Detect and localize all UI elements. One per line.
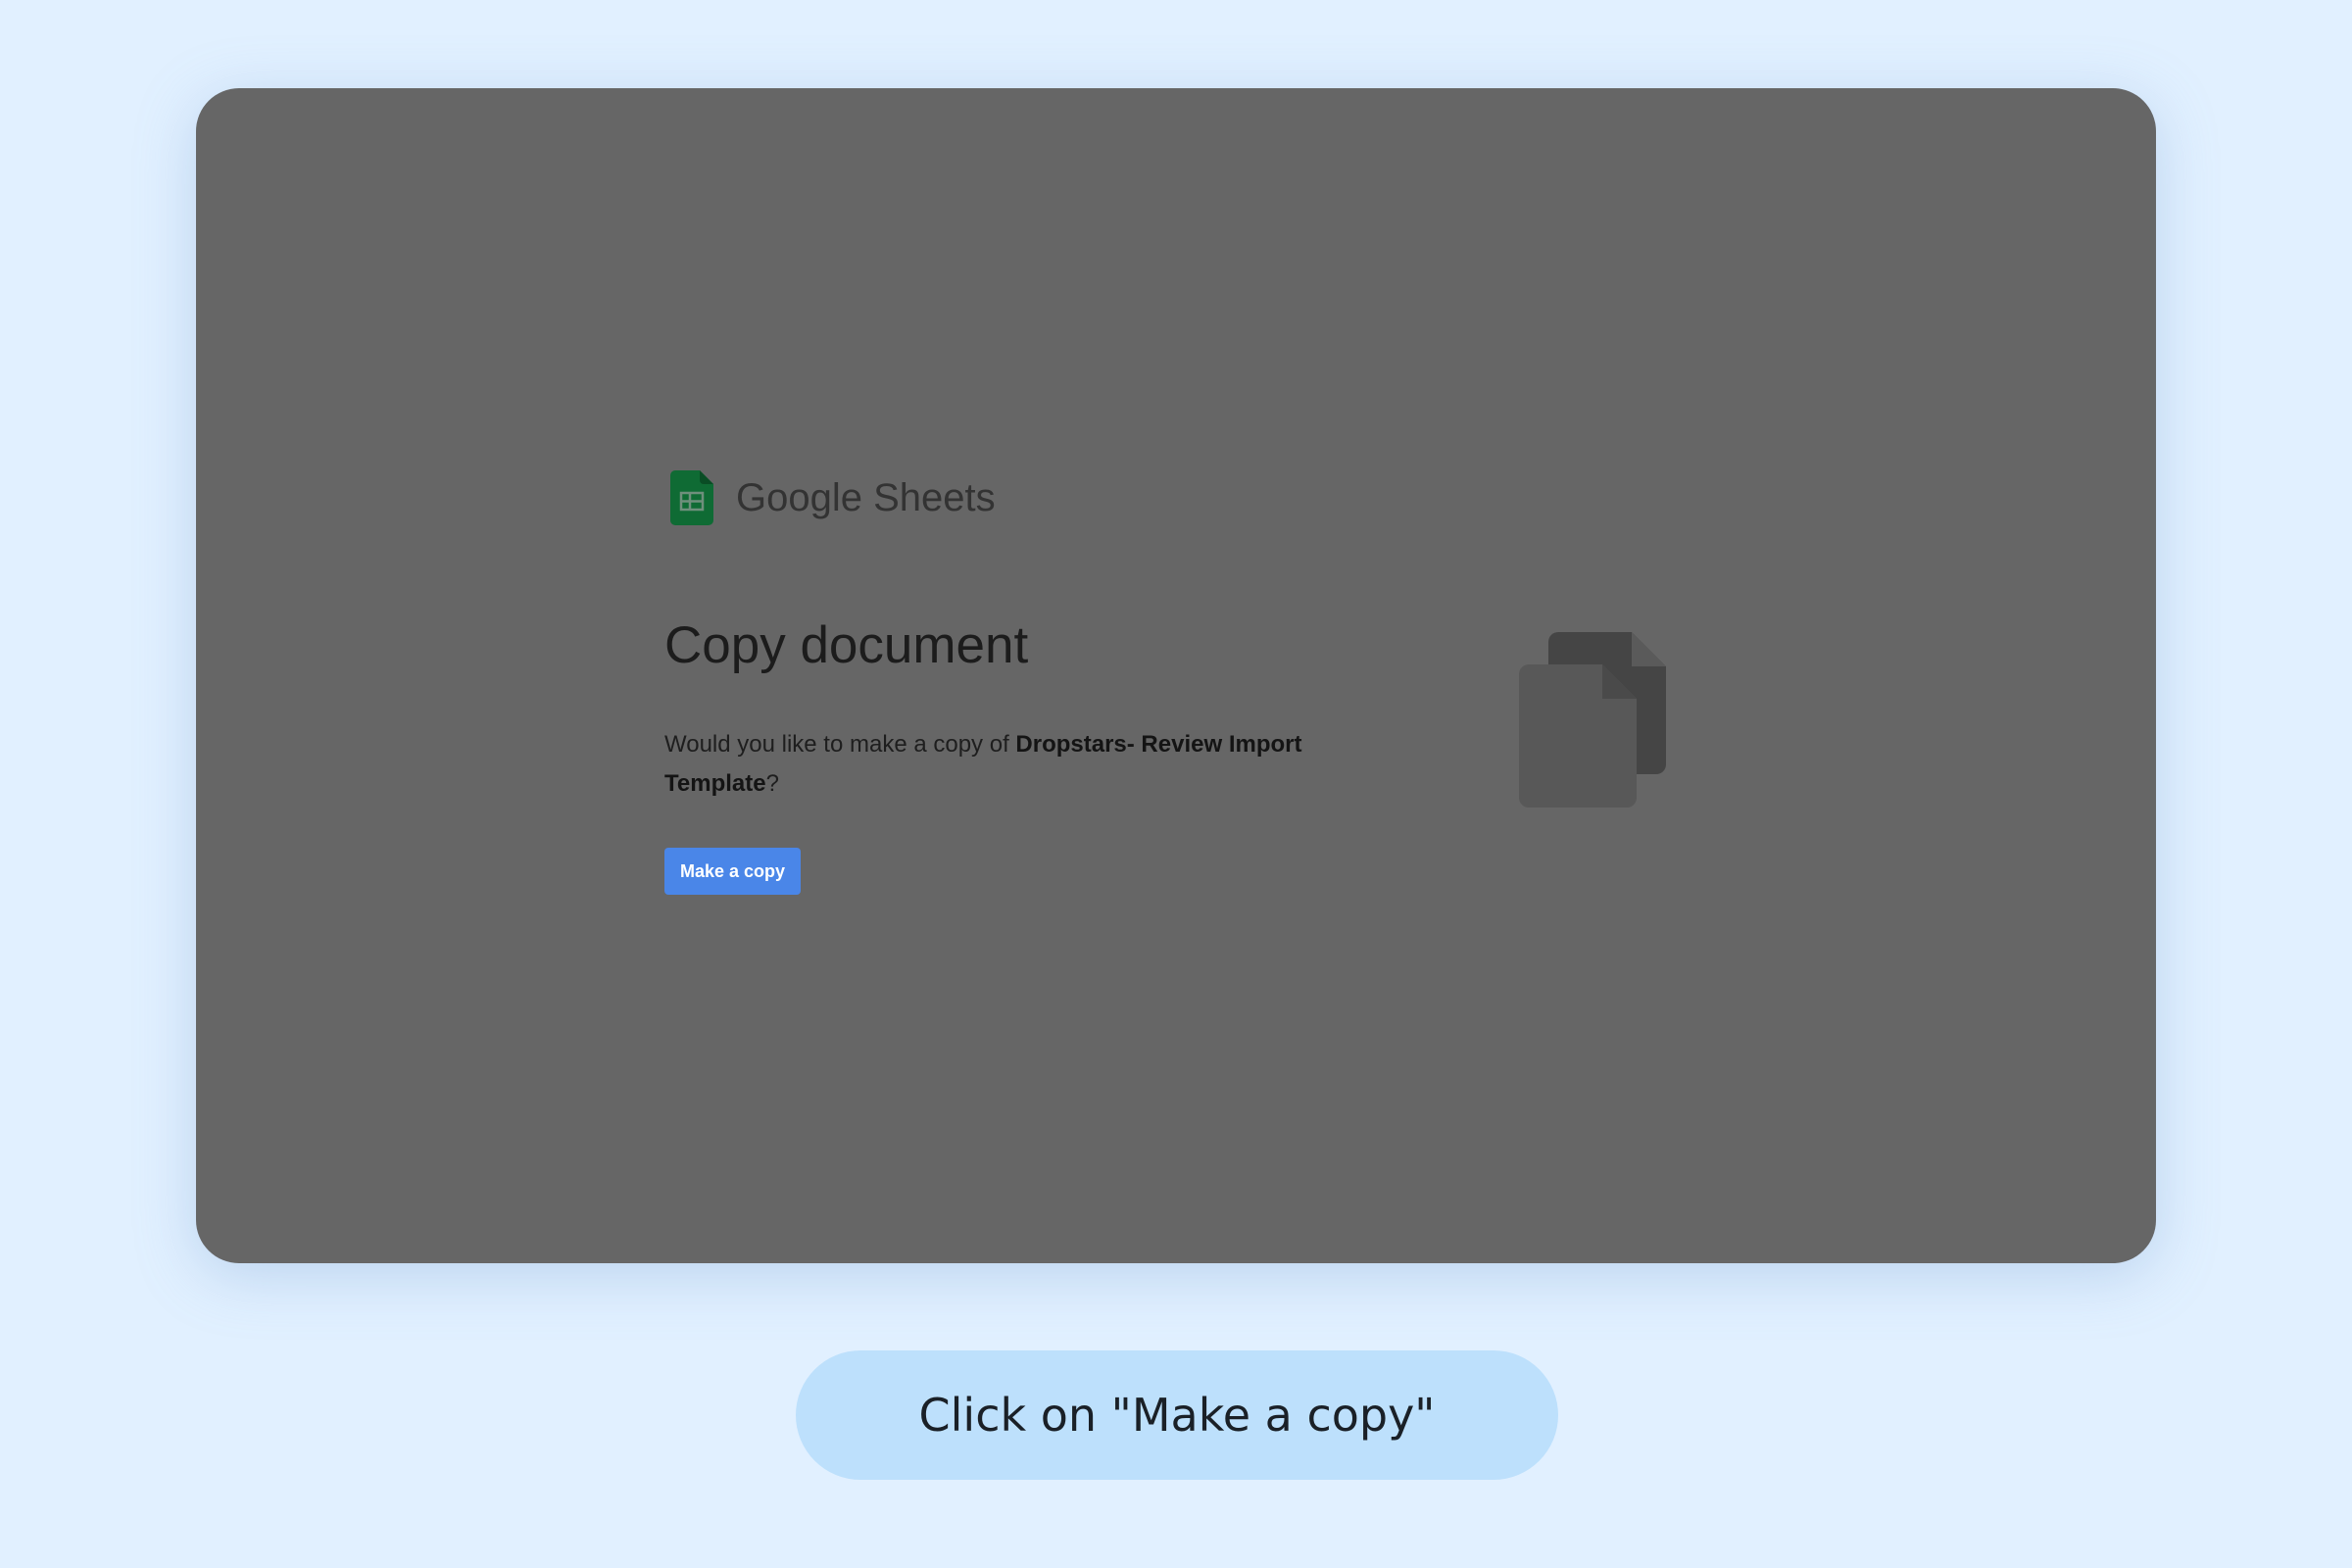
make-a-copy-button[interactable]: Make a copy <box>664 848 801 895</box>
caption-text: Click on "Make a copy" <box>918 1389 1436 1442</box>
google-sheets-icon <box>670 470 713 525</box>
message-prefix: Would you like to make a copy of <box>664 731 1016 758</box>
dialog-title: Copy document <box>664 616 1029 674</box>
brand-name: Google Sheets <box>736 475 996 519</box>
instruction-caption: Click on "Make a copy" <box>796 1350 1558 1480</box>
copy-documents-icon <box>1519 632 1666 808</box>
screenshot-card: Google Sheets Copy document Would you li… <box>196 88 2156 1263</box>
message-suffix: ? <box>765 770 779 797</box>
dialog-message: Would you like to make a copy of Dropsta… <box>664 725 1370 804</box>
brand-header: Google Sheets <box>670 470 996 525</box>
